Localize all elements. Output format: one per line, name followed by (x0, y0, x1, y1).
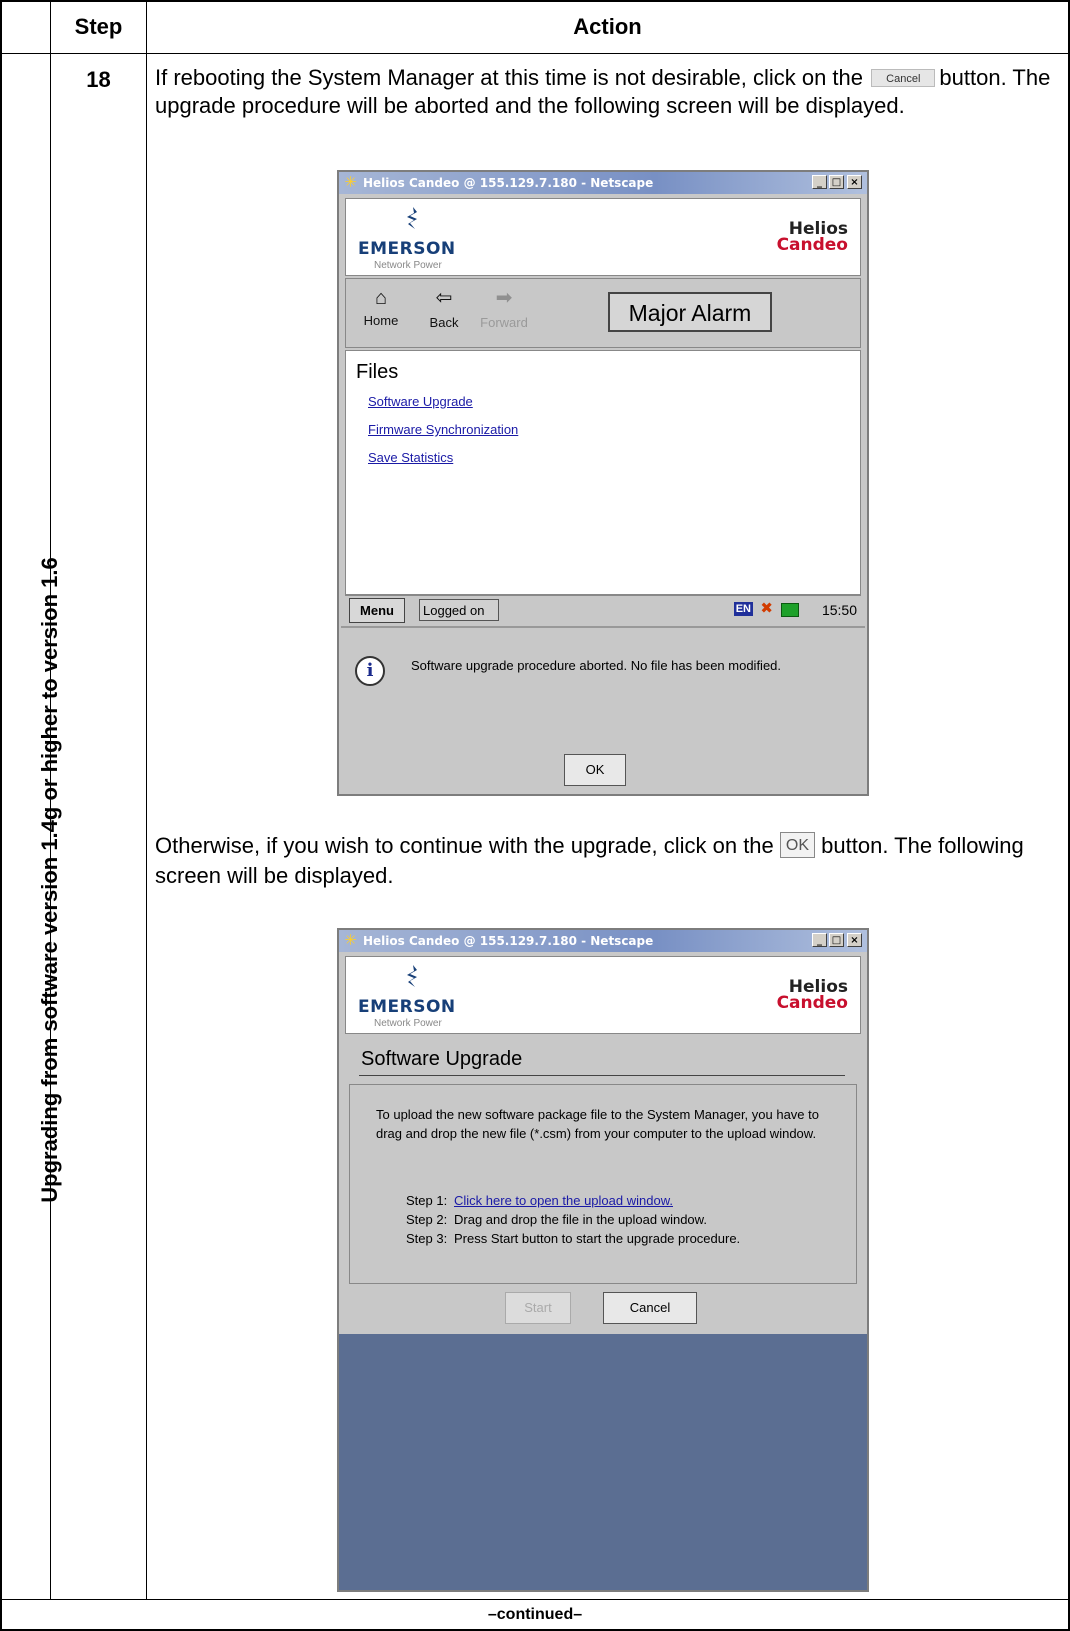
files-panel: Files Software Upgrade Firmware Synchron… (345, 350, 861, 595)
upload-intro: To upload the new software package file … (376, 1107, 819, 1141)
continued-footer: –continued– (487, 1606, 583, 1623)
home-label: Home (363, 313, 399, 328)
nav-toolbar: ⌂ Home ⇦ Back ➡ Forward Major Alarm (345, 278, 861, 348)
helios-candeo-logo: Helios Candeo (776, 979, 848, 1013)
brand-line2: Candeo (776, 235, 848, 255)
netscape-icon: ✳ (344, 173, 357, 191)
minimize-button[interactable]: _ (812, 175, 827, 189)
empty-area (339, 1334, 867, 1590)
emerson-logo-icon (407, 207, 417, 229)
abort-dialog: i Software upgrade procedure aborted. No… (341, 626, 865, 794)
maximize-button[interactable]: □ (829, 933, 844, 947)
brand-line2: Candeo (776, 993, 848, 1013)
header-step: Step (74, 14, 123, 39)
logged-status: Logged on (419, 599, 499, 621)
window-software-upgrade: ✳ Helios Candeo @ 155.129.7.180 - Netsca… (337, 928, 869, 1592)
side-label-text: Upgrading from software version 1.4g or … (37, 557, 62, 1203)
alarm-muted-icon: ✖ (760, 600, 773, 617)
battery-icon (781, 603, 799, 617)
step-3-text: Press Start button to start the upgrade … (454, 1231, 741, 1246)
button-row: Start Cancel (349, 1284, 857, 1334)
logo-bar: EMERSON Network Power Helios Candeo (345, 198, 861, 276)
paragraph-2-text-a: Otherwise, if you wish to continue with … (155, 833, 774, 858)
link-software-upgrade[interactable]: Software Upgrade (368, 394, 473, 409)
forward-button: ➡ Forward (474, 287, 534, 330)
language-badge[interactable]: EN (733, 602, 753, 616)
back-arrow-icon: ⇦ (435, 287, 453, 309)
close-button[interactable]: × (847, 933, 862, 947)
menu-button[interactable]: Menu (349, 598, 405, 623)
forward-arrow-icon: ➡ (495, 287, 513, 309)
emerson-logo-icon (407, 965, 417, 987)
major-alarm-indicator[interactable]: Major Alarm (608, 292, 772, 332)
table-border-left (0, 0, 2, 1631)
emerson-logo: EMERSON (358, 239, 456, 259)
header-divider (0, 53, 1070, 54)
maximize-button[interactable]: □ (829, 175, 844, 189)
home-icon: ⌂ (374, 287, 388, 309)
heading-rule (359, 1075, 845, 1076)
inline-ok-button: OK (779, 832, 816, 859)
step-1: Step 1: Click here to open the upload win… (406, 1191, 740, 1210)
logo-bar-2: EMERSON Network Power Helios Candeo (345, 956, 861, 1034)
start-button[interactable]: Start (505, 1292, 571, 1324)
paragraph-1: If rebooting the System Manager at this … (155, 64, 1060, 120)
step-2-label: Step 2: (406, 1212, 448, 1227)
forward-label: Forward (480, 315, 528, 330)
files-heading: Files (356, 361, 399, 383)
home-button[interactable]: ⌂ Home (358, 287, 404, 328)
window-title-2: Helios Candeo @ 155.129.7.180 - Netscape (363, 934, 654, 948)
paragraph-1-text-a: If rebooting the System Manager at this … (155, 65, 864, 90)
step-2-text: Drag and drop the file in the upload win… (454, 1212, 707, 1227)
paragraph-2: Otherwise, if you wish to continue with … (155, 832, 1060, 890)
inline-cancel-button: Cancel (871, 68, 936, 87)
footer-divider (0, 1599, 1070, 1600)
table-border-top (0, 0, 1070, 2)
step-2: Step 2: Drag and drop the file in the upl… (406, 1210, 740, 1229)
helios-candeo-logo: Helios Candeo (776, 221, 848, 255)
abort-message: Software upgrade procedure aborted. No f… (411, 658, 782, 673)
dialog-ok-button[interactable]: OK (564, 754, 626, 786)
back-button[interactable]: ⇦ Back (421, 287, 467, 330)
open-upload-window-link[interactable]: Click here to open the upload window. (454, 1193, 673, 1208)
column-divider-2 (146, 0, 147, 1600)
header-action: Action (573, 14, 642, 39)
clock-time: 15:50 (821, 602, 857, 618)
minimize-button[interactable]: _ (812, 933, 827, 947)
instructions-panel: To upload the new software package file … (349, 1084, 857, 1284)
network-power-text: Network Power (374, 1018, 442, 1029)
emerson-logo: EMERSON (358, 997, 456, 1017)
status-bar: Menu Logged on EN ✖ 15:50 (345, 595, 861, 625)
step-list: Step 1: Click here to open the upload win… (406, 1191, 740, 1248)
window-aborted: ✳ Helios Candeo @ 155.129.7.180 - Netsca… (337, 170, 869, 796)
link-save-statistics[interactable]: Save Statistics (368, 450, 453, 465)
step-3-label: Step 3: (406, 1231, 448, 1246)
netscape-icon: ✳ (344, 931, 357, 949)
info-icon: i (355, 656, 385, 686)
back-label: Back (429, 315, 459, 330)
close-button[interactable]: × (847, 175, 862, 189)
step-number: 18 (86, 67, 111, 92)
network-power-text: Network Power (374, 260, 442, 271)
upgrade-heading: Software Upgrade (361, 1048, 523, 1070)
window-titlebar: ✳ Helios Candeo @ 155.129.7.180 - Netsca… (339, 172, 867, 194)
step-3: Step 3: Press Start button to start the u… (406, 1229, 740, 1248)
step-1-label: Step 1: (406, 1193, 448, 1208)
window-title: Helios Candeo @ 155.129.7.180 - Netscape (363, 176, 654, 190)
cancel-button[interactable]: Cancel (603, 1292, 697, 1324)
window-titlebar-2: ✳ Helios Candeo @ 155.129.7.180 - Netsca… (339, 930, 867, 952)
link-firmware-sync[interactable]: Firmware Synchronization (368, 422, 518, 437)
